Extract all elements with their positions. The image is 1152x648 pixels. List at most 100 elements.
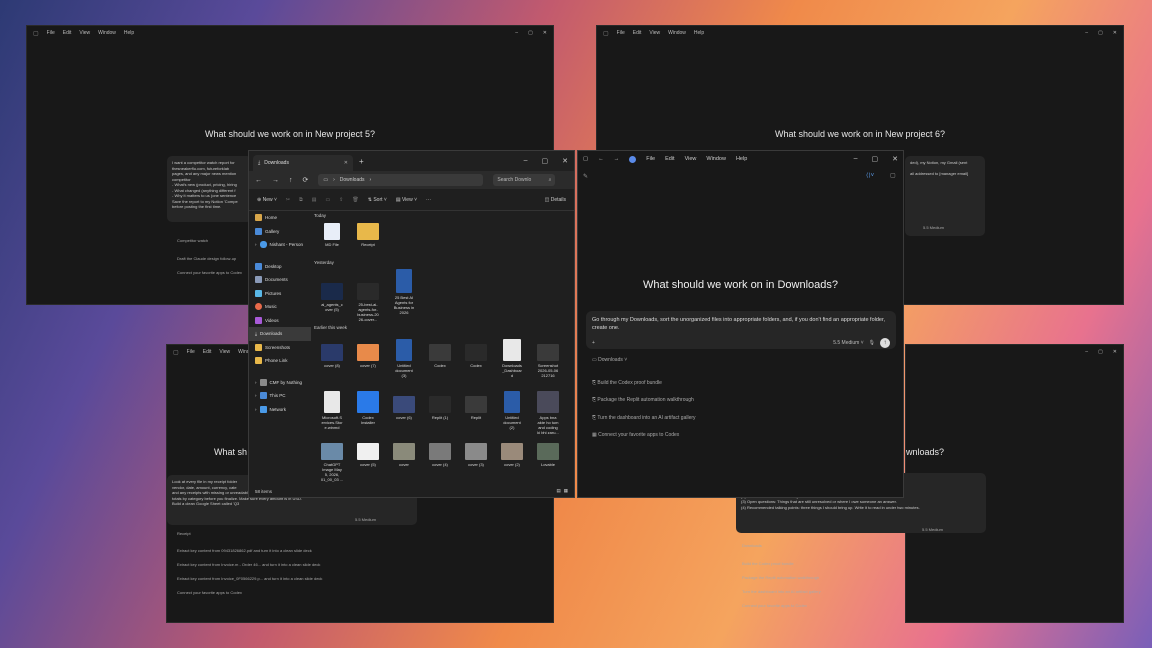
suggestion-item[interactable]: Extract key content from Invoice.m - Ord… bbox=[177, 562, 320, 567]
file-item[interactable]: Replit bbox=[459, 396, 493, 420]
nav-gallery[interactable]: Gallery bbox=[249, 225, 311, 239]
details-button[interactable]: ◫ Details bbox=[545, 197, 566, 203]
cut-icon[interactable]: ✂ bbox=[286, 197, 290, 203]
file-item[interactable]: cover (5) bbox=[351, 443, 385, 467]
group-header[interactable]: Earlier this week bbox=[314, 325, 347, 330]
nav-music[interactable]: Music bbox=[249, 300, 311, 314]
folder-chip[interactable]: ▭ Downloads ˅ bbox=[592, 357, 627, 363]
close-icon[interactable]: ✕ bbox=[562, 157, 568, 165]
file-item[interactable]: Codex bbox=[423, 344, 457, 368]
maximize-icon[interactable]: ▢ bbox=[542, 157, 549, 165]
file-item[interactable]: cover (6) bbox=[387, 396, 421, 420]
delete-icon[interactable]: 🗑 bbox=[352, 197, 358, 203]
suggestion-item[interactable]: ⎘ Build the Codex proof bundle bbox=[592, 380, 662, 386]
close-icon[interactable]: ✕ bbox=[1113, 349, 1117, 355]
model-selector[interactable]: 5.5 Medium bbox=[355, 517, 376, 522]
folder-chip[interactable]: Competitor watch bbox=[177, 238, 208, 243]
nav-home[interactable]: Home bbox=[249, 211, 311, 225]
menu-edit[interactable]: Edit bbox=[665, 156, 674, 162]
minimize-icon[interactable]: – bbox=[524, 157, 528, 165]
file-item[interactable]: Lovable bbox=[531, 443, 565, 467]
send-button[interactable]: ↑ bbox=[880, 337, 890, 348]
tab-downloads[interactable]: ⤓ Downloads ✕ bbox=[253, 155, 353, 171]
suggestion-item[interactable]: Package the Replit automation walkthroug… bbox=[742, 575, 819, 580]
nav-screenshots[interactable]: Screenshots bbox=[249, 341, 311, 355]
file-item[interactable]: Replit (1) bbox=[423, 396, 457, 420]
file-item[interactable]: cover bbox=[387, 443, 421, 467]
suggestion-item[interactable]: Connect your favorite apps to Codex bbox=[742, 603, 807, 608]
tiles-view-icon[interactable]: ▦ bbox=[564, 488, 568, 494]
sort-button[interactable]: ⇅ Sort ˅ bbox=[368, 197, 387, 203]
suggestion-item[interactable]: ⎘ Package the Replit automation walkthro… bbox=[592, 397, 694, 403]
mic-icon[interactable]: 🎙 bbox=[869, 340, 875, 346]
suggestion-item[interactable]: Connect your favorite apps to Codex bbox=[177, 590, 242, 595]
nav-cmf[interactable]: › CMF by Nothing bbox=[249, 376, 311, 390]
model-selector[interactable]: 5.5 Medium ˅ bbox=[833, 340, 863, 346]
close-icon[interactable]: ✕ bbox=[892, 155, 898, 163]
file-item[interactable]: Untitled document (3) bbox=[387, 339, 421, 378]
nav-network[interactable]: › Network bbox=[249, 403, 311, 417]
group-header[interactable]: Today bbox=[314, 213, 326, 218]
prompt-card[interactable]: I want a competitor watch report for the… bbox=[167, 156, 252, 222]
refresh-icon[interactable]: ⟳ bbox=[303, 176, 309, 184]
prompt-card[interactable]: ded), my Notion, my Gmail (sent ail addr… bbox=[905, 156, 985, 236]
menu-file[interactable]: File bbox=[187, 349, 195, 355]
menu-window[interactable]: Window bbox=[706, 156, 726, 162]
menu-window[interactable]: Window bbox=[668, 30, 686, 36]
breadcrumb[interactable]: Downloads bbox=[340, 177, 365, 183]
file-item[interactable]: Microsoft.S ervices.Stor e.winmd bbox=[315, 391, 349, 430]
minimize-icon[interactable]: – bbox=[1085, 30, 1088, 36]
nav-onedrive[interactable]: › Nishant - Person bbox=[249, 238, 311, 252]
vscode-icon[interactable]: ⟨⟩˅ bbox=[866, 172, 874, 179]
group-header[interactable]: Yesterday bbox=[314, 260, 334, 265]
file-item[interactable]: 25-best-ai- agents-for- business-20 26-c… bbox=[351, 283, 385, 322]
menu-edit[interactable]: Edit bbox=[633, 30, 642, 36]
new-chat-icon[interactable]: ✎ bbox=[583, 173, 588, 180]
back-icon[interactable]: ← bbox=[255, 177, 262, 184]
rename-icon[interactable]: ▭ bbox=[325, 197, 330, 203]
file-item[interactable]: MD File bbox=[315, 223, 349, 247]
new-tab-icon[interactable]: + bbox=[359, 157, 364, 166]
forward-icon[interactable]: → bbox=[272, 177, 279, 184]
sidebar-icon[interactable]: ▢ bbox=[173, 349, 179, 356]
up-icon[interactable]: ↑ bbox=[289, 177, 293, 184]
nav-desktop[interactable]: Desktop bbox=[249, 260, 311, 274]
close-icon[interactable]: ✕ bbox=[1113, 30, 1117, 36]
file-item[interactable]: 25 Best AI Agents for Business in 2026 bbox=[387, 269, 421, 315]
minimize-icon[interactable]: – bbox=[515, 30, 518, 36]
maximize-icon[interactable]: ▢ bbox=[872, 155, 879, 163]
menu-view[interactable]: View bbox=[649, 30, 660, 36]
menu-file[interactable]: File bbox=[646, 156, 655, 162]
paste-icon[interactable]: ▤ bbox=[312, 197, 317, 203]
back-icon[interactable]: ← bbox=[598, 156, 604, 162]
nav-this-pc[interactable]: › This PC bbox=[249, 389, 311, 403]
nav-videos[interactable]: Videos bbox=[249, 314, 311, 328]
menu-view[interactable]: View bbox=[219, 349, 230, 355]
menu-file[interactable]: File bbox=[47, 30, 55, 36]
file-item[interactable]: ChatGPT Image May 5, 2026, 01_00_03 ... bbox=[315, 443, 349, 482]
sidebar-icon[interactable]: ▢ bbox=[603, 30, 609, 37]
suggestion-item[interactable]: Extract key content from Invoice_0F05662… bbox=[177, 576, 322, 581]
file-item[interactable]: cover (7) bbox=[351, 344, 385, 368]
maximize-icon[interactable]: ▢ bbox=[1098, 30, 1103, 36]
suggestion-item[interactable]: Draft the Claude design follow-up bbox=[177, 256, 236, 261]
suggestion-item[interactable]: Extract key content from 09431826862.pdf… bbox=[177, 548, 312, 553]
menu-edit[interactable]: Edit bbox=[63, 30, 72, 36]
maximize-icon[interactable]: ▢ bbox=[1098, 349, 1103, 355]
menu-edit[interactable]: Edit bbox=[203, 349, 212, 355]
menu-window[interactable]: Window bbox=[98, 30, 116, 36]
minimize-icon[interactable]: – bbox=[1085, 349, 1088, 355]
menu-help[interactable]: Help bbox=[736, 156, 747, 162]
nav-downloads[interactable]: ⤓ Downloads bbox=[249, 327, 311, 341]
file-item[interactable]: ai_agents_c over (5) bbox=[315, 283, 349, 312]
nav-phone-link[interactable]: Phone Link bbox=[249, 354, 311, 368]
file-item[interactable]: Screenshot 2026-05-06 212716 bbox=[531, 344, 565, 378]
file-item[interactable]: Codex Installer bbox=[351, 391, 385, 425]
file-item[interactable]: Untitled document (2) bbox=[495, 391, 529, 430]
menu-help[interactable]: Help bbox=[124, 30, 134, 36]
sidebar-icon[interactable]: ▢ bbox=[583, 156, 588, 162]
menu-help[interactable]: Help bbox=[694, 30, 704, 36]
model-selector[interactable]: 5.5 Medium bbox=[922, 527, 943, 532]
file-item[interactable]: cover (3) bbox=[459, 443, 493, 467]
maximize-icon[interactable]: ▢ bbox=[528, 30, 533, 36]
